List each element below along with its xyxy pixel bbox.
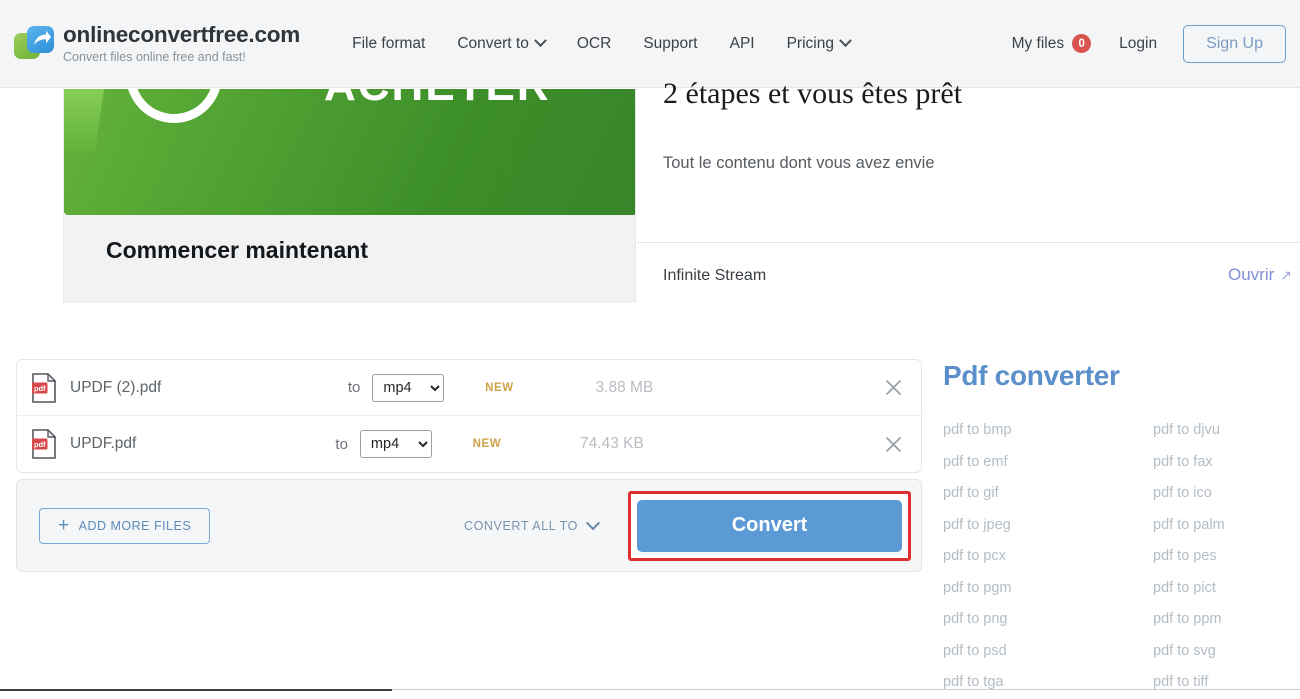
ad-ring-decoration: [126, 89, 222, 123]
file-name: UPDF.pdf: [70, 435, 137, 452]
brand-title: onlineconvertfree.com: [63, 22, 301, 47]
nav-item-file-format[interactable]: File format: [336, 29, 441, 59]
sign-up-button[interactable]: Sign Up: [1183, 24, 1286, 63]
page-bottom-cutoff: [0, 689, 1300, 699]
nav-label: API: [729, 34, 755, 52]
list-item[interactable]: pdf to svg: [1153, 643, 1300, 659]
svg-text:pdf: pdf: [34, 383, 46, 392]
list-item[interactable]: pdf to jpeg: [943, 517, 1153, 533]
nav-label: File format: [352, 34, 426, 52]
file-list-panel: pdf UPDF (2).pdf to mp4 NEW 3.88 MB pdf …: [16, 359, 922, 473]
external-link-icon: ↗: [1280, 267, 1292, 283]
page-title: Pdf converter: [943, 360, 1120, 391]
list-item[interactable]: pdf to tiff: [1153, 674, 1300, 690]
chevron-down-icon: [839, 34, 852, 48]
header-actions: My files 0 Login Sign Up: [1000, 24, 1286, 63]
ad-open-label: Ouvrir: [1227, 265, 1275, 284]
list-item[interactable]: pdf to ico: [1153, 485, 1300, 501]
my-files-link[interactable]: My files 0: [1000, 28, 1104, 59]
advertisement-block: ACHETER Commencer maintenant 2 étapes et…: [0, 77, 1300, 303]
nav-item-pricing[interactable]: Pricing: [771, 29, 866, 59]
brand-subtitle: Convert files online free and fast!: [63, 50, 246, 64]
list-item[interactable]: pdf to ppm: [1153, 611, 1300, 627]
main-nav: File format Convert to OCR Support API P…: [336, 29, 866, 59]
site-header: onlineconvertfree.com Convert files onli…: [0, 0, 1300, 88]
convert-button-highlight: Convert: [628, 490, 911, 561]
list-item[interactable]: pdf to gif: [943, 485, 1153, 501]
pdf-converter-sidebar: Pdf converter pdf to bmp pdf to djvu pdf…: [943, 360, 1300, 690]
file-size: 3.88 MB: [595, 378, 654, 396]
ad-description: Tout le contenu dont vous avez envie: [663, 154, 935, 172]
list-item[interactable]: pdf to pes: [1153, 548, 1300, 564]
converter-links-grid: pdf to bmp pdf to djvu pdf to emf pdf to…: [943, 422, 1300, 690]
chevron-down-icon: [533, 34, 547, 48]
ad-headline: 2 étapes et vous êtes prêt: [663, 77, 963, 110]
remove-file-button[interactable]: [881, 431, 907, 457]
list-item[interactable]: pdf to pcx: [943, 548, 1153, 564]
close-icon: [886, 436, 902, 452]
convert-all-to-dropdown[interactable]: CONVERT ALL TO: [463, 515, 601, 533]
my-files-count-badge: 0: [1072, 34, 1092, 53]
convert-all-to-label: CONVERT ALL TO: [463, 518, 578, 533]
nav-item-ocr[interactable]: OCR: [561, 29, 627, 59]
nav-label: OCR: [576, 34, 612, 52]
table-row: pdf UPDF.pdf to mp4 NEW 74.43 KB: [17, 416, 921, 472]
list-item[interactable]: pdf to psd: [943, 643, 1153, 659]
list-item[interactable]: pdf to fax: [1153, 454, 1300, 470]
list-item[interactable]: pdf to pict: [1153, 580, 1300, 596]
nav-item-convert-to[interactable]: Convert to: [441, 29, 561, 59]
convert-action-bar: + ADD MORE FILES CONVERT ALL TO Convert: [16, 479, 922, 572]
list-item[interactable]: pdf to djvu: [1153, 422, 1300, 438]
svg-text:pdf: pdf: [34, 440, 46, 449]
brand-logo-link[interactable]: onlineconvertfree.com Convert files onli…: [14, 22, 300, 65]
status-badge: NEW: [472, 438, 502, 450]
list-item[interactable]: pdf to pgm: [943, 580, 1153, 596]
to-label: to: [347, 379, 361, 396]
convert-button[interactable]: Convert: [637, 499, 902, 552]
close-icon: [886, 379, 902, 396]
list-item[interactable]: pdf to bmp: [943, 422, 1153, 438]
ad-creative-image[interactable]: ACHETER: [64, 89, 635, 215]
to-label: to: [335, 435, 348, 453]
nav-label: Support: [643, 34, 698, 52]
list-item[interactable]: pdf to tga: [943, 674, 1153, 690]
pdf-file-icon: pdf: [32, 372, 57, 403]
ad-left-panel[interactable]: ACHETER Commencer maintenant: [63, 89, 636, 303]
ad-open-link[interactable]: Ouvrir ↗: [1228, 265, 1292, 285]
chevron-down-icon: [585, 515, 601, 530]
nav-item-api[interactable]: API: [714, 29, 771, 59]
bottom-rule-dark: [0, 689, 392, 691]
list-item[interactable]: pdf to png: [943, 611, 1153, 627]
add-more-files-button[interactable]: + ADD MORE FILES: [39, 507, 211, 544]
ad-cta-text[interactable]: Commencer maintenant: [106, 237, 368, 264]
list-item[interactable]: pdf to emf: [943, 454, 1153, 470]
target-format-select[interactable]: mp4: [359, 430, 432, 458]
ad-brand-name: Infinite Stream: [663, 267, 767, 284]
bottom-rule-light: [392, 689, 1300, 690]
login-link[interactable]: Login: [1103, 29, 1173, 59]
add-more-files-label: ADD MORE FILES: [78, 518, 192, 533]
remove-file-button[interactable]: [881, 375, 907, 401]
nav-label: Convert to: [457, 34, 529, 52]
ad-divider: [637, 242, 1300, 243]
table-row: pdf UPDF (2).pdf to mp4 NEW 3.88 MB: [17, 360, 921, 416]
file-size: 74.43 KB: [580, 435, 644, 452]
ad-shine-decoration: [64, 89, 106, 153]
ad-right-panel: 2 étapes et vous êtes prêt Tout le conte…: [637, 77, 1300, 303]
nav-item-support[interactable]: Support: [627, 29, 713, 59]
pdf-file-icon: pdf: [32, 429, 57, 459]
nav-label: Pricing: [786, 34, 834, 52]
my-files-label: My files: [1011, 34, 1065, 52]
status-badge: NEW: [485, 381, 514, 394]
ad-banner-word: ACHETER: [324, 89, 551, 111]
list-item[interactable]: pdf to palm: [1153, 517, 1300, 533]
arrow-icon: [34, 30, 51, 45]
target-format-select[interactable]: mp4: [372, 373, 445, 402]
convert-arrow-logo-icon: [14, 24, 56, 64]
file-name: UPDF (2).pdf: [70, 378, 162, 396]
plus-icon: +: [58, 515, 70, 536]
